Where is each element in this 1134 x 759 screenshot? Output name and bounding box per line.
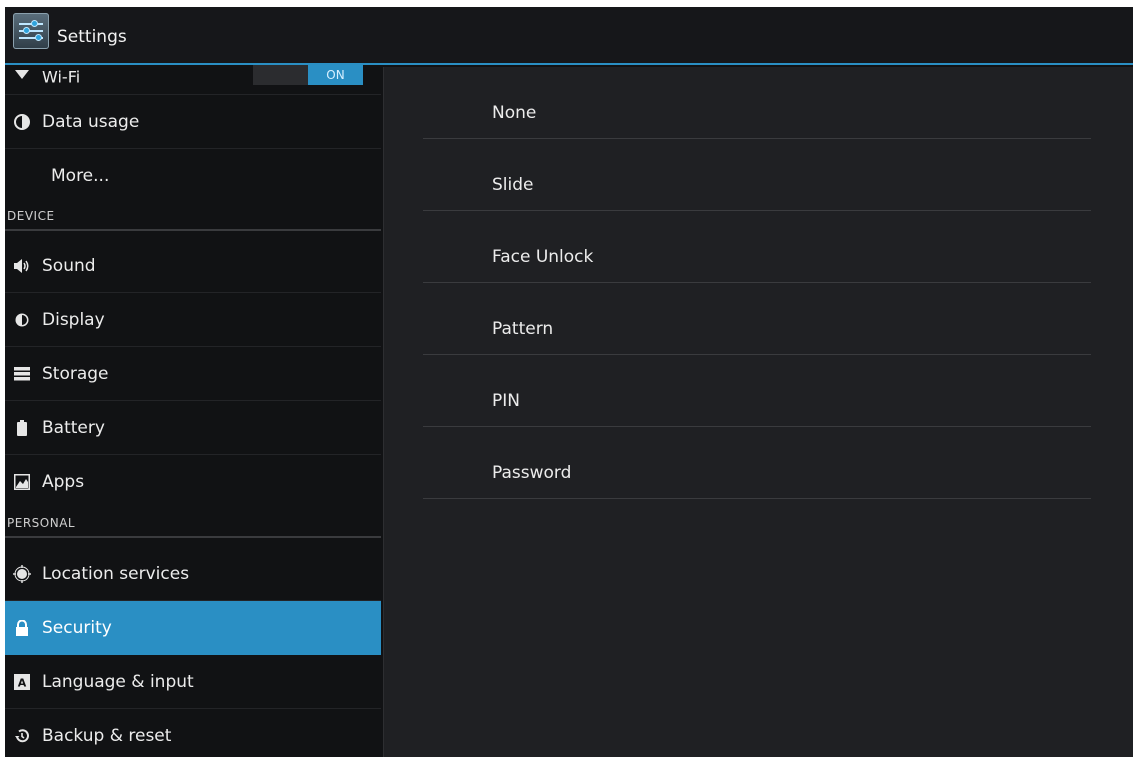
option-pin[interactable]: PIN (423, 355, 1091, 427)
sidebar-item-more[interactable]: More... (5, 149, 381, 203)
speaker-icon (13, 257, 31, 275)
option-label: None (492, 103, 537, 123)
sidebar-item-backup-reset[interactable]: Backup & reset (5, 709, 381, 757)
keyboard-icon: A (13, 673, 31, 691)
sidebar-item-label: Backup & reset (42, 725, 172, 746)
sidebar-item-apps[interactable]: Apps (5, 455, 381, 509)
sidebar-item-label: Wi-Fi (42, 67, 81, 87)
sidebar-item-storage[interactable]: Storage (5, 347, 381, 401)
action-bar: Settings (5, 7, 1133, 65)
sidebar-item-wifi[interactable]: Wi-Fi ON (5, 65, 381, 95)
wifi-toggle[interactable]: ON (253, 65, 363, 85)
location-icon (13, 564, 31, 583)
sidebar-item-label: Storage (42, 363, 109, 384)
brightness-icon (13, 311, 31, 329)
option-label: Pattern (492, 319, 554, 339)
sidebar-item-label: Sound (42, 255, 96, 276)
wifi-toggle-on: ON (308, 65, 363, 85)
sidebar-item-sound[interactable]: Sound (5, 239, 381, 293)
wifi-icon (13, 66, 31, 84)
option-password[interactable]: Password (423, 427, 1091, 499)
option-label: PIN (492, 391, 520, 411)
section-header-personal: PERSONAL (5, 512, 381, 538)
sidebar-item-label: Location services (42, 563, 190, 584)
sidebar-item-battery[interactable]: Battery (5, 401, 381, 455)
sidebar-item-label: More... (51, 166, 110, 186)
app-title: Settings (57, 27, 127, 47)
sidebar-item-label: Language & input (42, 671, 194, 692)
option-pattern[interactable]: Pattern (423, 283, 1091, 355)
option-label: Slide (492, 175, 534, 195)
sidebar-item-label: Apps (42, 472, 85, 492)
battery-icon (13, 419, 31, 437)
section-header-device: DEVICE (5, 205, 381, 231)
apps-icon (13, 473, 31, 491)
sidebar-item-label: Battery (42, 417, 105, 438)
svg-text:A: A (18, 676, 27, 689)
option-label: Face Unlock (492, 247, 594, 267)
screen-lock-options-panel: None Slide Face Unlock Pattern PIN Passw… (383, 67, 1133, 757)
option-label: Password (492, 463, 572, 483)
sidebar-item-data-usage[interactable]: Data usage (5, 95, 381, 149)
settings-sidebar: Wi-Fi ON Data usage More... DEVICE Sound (5, 65, 381, 757)
sidebar-item-display[interactable]: Display (5, 293, 381, 347)
sidebar-item-label: Display (42, 309, 105, 330)
sidebar-item-language-input[interactable]: A Language & input (5, 655, 381, 709)
sidebar-item-label: Security (42, 617, 112, 638)
sidebar-item-location-services[interactable]: Location services (5, 547, 381, 601)
settings-app-icon[interactable] (13, 13, 49, 49)
option-face-unlock[interactable]: Face Unlock (423, 211, 1091, 283)
backup-icon (13, 727, 31, 745)
option-slide[interactable]: Slide (423, 139, 1091, 211)
pie-chart-icon (13, 113, 31, 131)
option-none[interactable]: None (423, 67, 1091, 139)
sidebar-item-security[interactable]: Security (5, 601, 381, 655)
section-header-label: PERSONAL (7, 516, 76, 530)
lock-icon (13, 619, 31, 637)
sidebar-item-label: Data usage (42, 111, 140, 132)
settings-screen: Settings Wi-Fi ON Data usage More... DEV… (5, 7, 1133, 757)
section-header-label: DEVICE (7, 209, 55, 223)
storage-icon (13, 365, 31, 383)
